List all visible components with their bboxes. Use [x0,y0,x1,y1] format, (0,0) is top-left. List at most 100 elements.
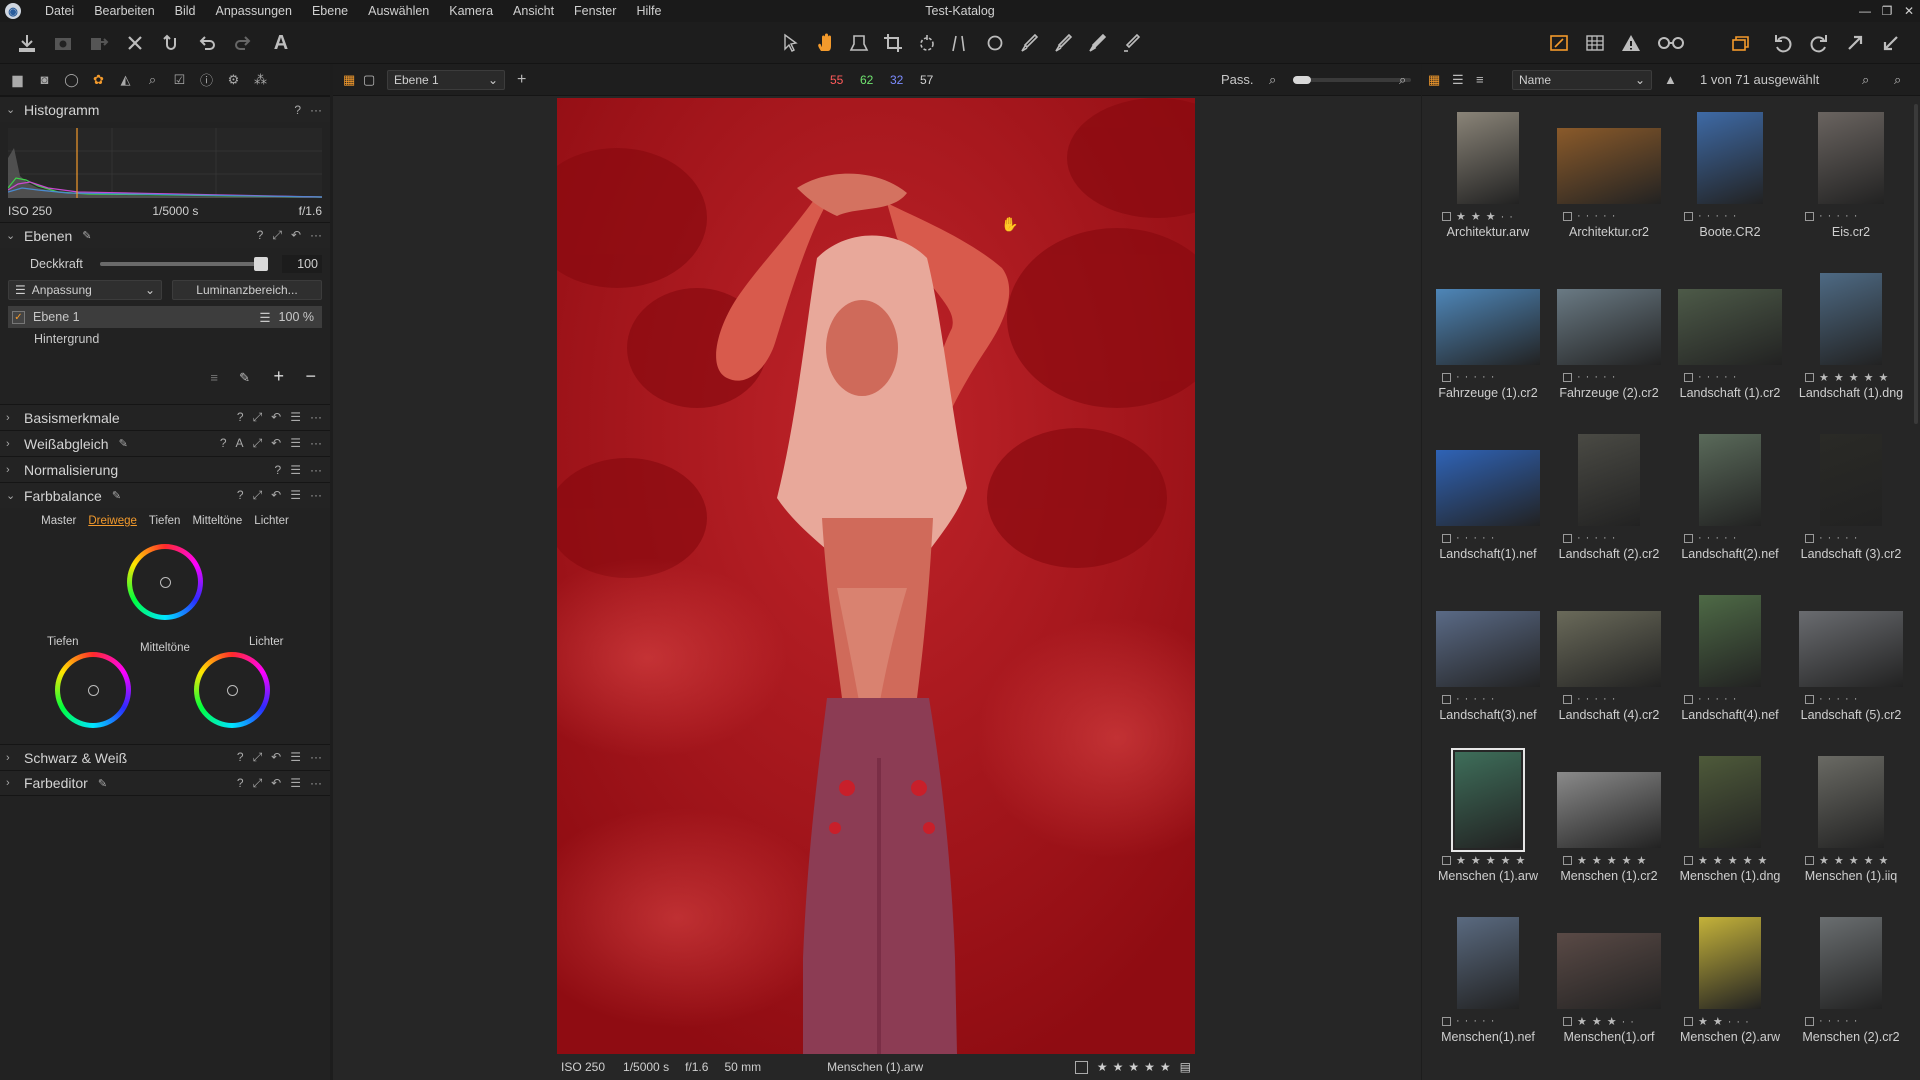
star-empty-icon[interactable]: · [1828,532,1832,544]
star-empty-icon[interactable]: · [1473,1015,1477,1027]
tab-mitteltoene[interactable]: Mitteltöne [192,515,242,527]
reset-icon[interactable]: ↶ [291,228,301,243]
thumbnail-image[interactable] [1557,611,1661,687]
expand-icon[interactable]: ⤢ [253,776,263,791]
thumbnail-rating[interactable]: · · · · · [1805,693,1857,705]
color-tag-box[interactable] [1805,533,1814,543]
menu-anpassungen[interactable]: Anpassungen [206,4,302,18]
help-icon[interactable]: ? [294,103,301,117]
exposure-warning-icon[interactable] [1618,30,1644,56]
star-icon[interactable]: ★ [1607,1015,1617,1028]
star-empty-icon[interactable]: · [1745,1016,1749,1028]
color-tag-box[interactable] [1805,211,1814,221]
loupe-tool-icon[interactable] [846,30,872,56]
star-empty-icon[interactable]: · [1603,371,1607,383]
thumbnail-image[interactable] [1818,112,1884,204]
thumbnail-rating[interactable]: ★ ★ ★ · · [1442,210,1513,223]
thumbnail-item[interactable]: ★ ★ ★ · · Menschen(1).orf [1549,911,1669,1071]
list-icon[interactable]: ☰ [290,410,301,425]
thumbnail-rating[interactable]: · · · · · [1563,371,1615,383]
thumbnail-rating[interactable]: · · · · · [1684,693,1736,705]
more-icon[interactable]: ··· [310,436,322,451]
star-empty-icon[interactable]: · [1501,211,1505,223]
color-tag-box[interactable] [1563,533,1572,543]
batch-tab-icon[interactable]: ⁂ [247,68,274,92]
thumbnail-item[interactable]: · · · · · Landschaft(1).nef [1428,428,1548,588]
main-image[interactable]: ✋ [557,98,1195,1054]
star-empty-icon[interactable]: · [1836,532,1840,544]
rotate-left-icon[interactable] [1770,30,1796,56]
star-empty-icon[interactable]: · [1491,1015,1495,1027]
color-tab-icon[interactable]: ✿ [85,68,112,92]
thumbnail-image[interactable] [1457,112,1519,204]
thumbnail-item[interactable]: · · · · · Landschaft(2).nef [1670,428,1790,588]
output-tab-icon[interactable]: ⚙ [220,68,247,92]
color-tag-box[interactable] [1684,372,1693,382]
star-empty-icon[interactable]: · [1836,1015,1840,1027]
grid-view-icon[interactable]: ▦ [1428,72,1440,88]
thumbnail-item[interactable]: · · · · · Landschaft (4).cr2 [1549,589,1669,749]
star-empty-icon[interactable]: · [1715,532,1719,544]
color-tag-box[interactable] [1442,533,1451,543]
auto-icon[interactable]: A [236,436,244,451]
menu-ansicht[interactable]: Ansicht [503,4,564,18]
star-empty-icon[interactable]: · [1577,371,1581,383]
star-empty-icon[interactable]: · [1482,532,1486,544]
star-icon[interactable]: ★ [1879,371,1889,384]
thumbnail-rating[interactable]: · · · · · [1563,693,1615,705]
tab-tiefen[interactable]: Tiefen [149,515,181,527]
color-tag-box[interactable] [1563,372,1572,382]
thumbnail-item[interactable]: · · · · · Menschen(1).nef [1428,911,1548,1071]
star-empty-icon[interactable]: · [1736,1016,1740,1028]
star-icon[interactable]: ★ [1160,1060,1171,1074]
help-icon[interactable]: ? [275,463,282,477]
star-empty-icon[interactable]: · [1819,1015,1823,1027]
expand-icon[interactable]: ⤢ [253,488,263,503]
star-empty-icon[interactable]: · [1845,210,1849,222]
star-icon[interactable]: ★ [1879,854,1889,867]
color-tag-box[interactable] [1805,694,1814,704]
thumbnail-item[interactable]: · · · · · Fahrzeuge (2).cr2 [1549,267,1669,427]
star-empty-icon[interactable]: · [1819,210,1823,222]
thumbnail-item[interactable]: ★ ★ ★ ★ ★ Menschen (1).cr2 [1549,750,1669,910]
star-icon[interactable]: ★ [1758,854,1768,867]
wheel-handle[interactable] [226,684,238,696]
expand-icon[interactable]: ⤢ [272,228,282,243]
menu-kamera[interactable]: Kamera [439,4,503,18]
share-out-icon[interactable] [1842,30,1868,56]
star-empty-icon[interactable]: · [1465,371,1469,383]
star-empty-icon[interactable]: · [1698,532,1702,544]
thumbnail-rating[interactable]: ★ ★ ★ · · [1563,1015,1634,1028]
adjustment-type-dropdown[interactable]: ☰ Anpassung ⌄ [8,280,162,300]
more-icon[interactable]: ··· [310,228,322,243]
opacity-slider[interactable] [100,257,268,271]
star-empty-icon[interactable]: · [1707,532,1711,544]
star-empty-icon[interactable]: · [1733,693,1737,705]
library-tab-icon[interactable]: ▆ [4,68,31,92]
thumbnail-item[interactable]: · · · · · Architektur.cr2 [1549,106,1669,266]
color-tag-box[interactable] [1684,694,1693,704]
expand-icon[interactable]: ⤢ [253,436,263,451]
star-empty-icon[interactable]: · [1724,693,1728,705]
star-icon[interactable]: ★ [1607,854,1617,867]
pen-icon[interactable]: ✎ [119,437,128,450]
star-empty-icon[interactable]: · [1603,532,1607,544]
thumbnail-rating[interactable]: · · · · · [1805,210,1857,222]
menu-datei[interactable]: Datei [35,4,84,18]
pen-icon[interactable]: ✎ [82,229,91,242]
mask-brush-icon[interactable] [1050,30,1076,56]
add-layer-icon[interactable]: + [273,366,284,387]
star-empty-icon[interactable]: · [1733,210,1737,222]
thumbnail-rating[interactable]: · · · · · [1442,371,1494,383]
thumbnail-rating[interactable]: ★ ★ ★ ★ ★ [1684,854,1767,867]
details-tab-icon[interactable]: ⌕ [139,68,166,92]
list-icon[interactable]: ☰ [290,436,301,451]
wheel-handle[interactable] [87,684,99,696]
thumbnail-rating[interactable]: ★ ★ ★ ★ ★ [1442,854,1525,867]
star-empty-icon[interactable]: · [1836,210,1840,222]
grid-overlay-icon[interactable] [1582,30,1608,56]
help-icon[interactable]: ? [257,228,264,243]
color-tag-box[interactable] [1442,1016,1451,1026]
luminance-range-button[interactable]: Luminanzbereich... [172,280,322,300]
star-icon[interactable]: ★ [1698,854,1708,867]
